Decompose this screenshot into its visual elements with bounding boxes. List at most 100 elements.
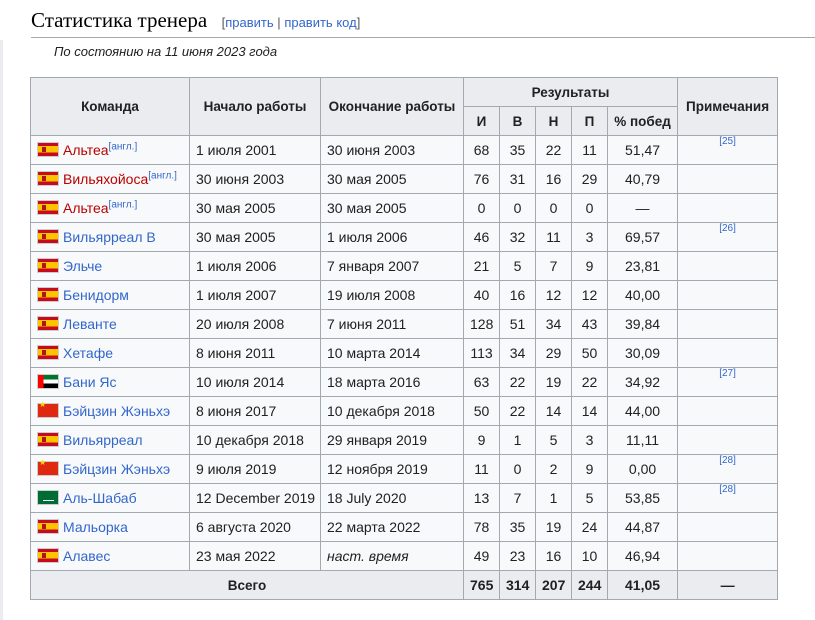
edit-separator: | bbox=[277, 15, 281, 30]
reference-link[interactable]: [28] bbox=[719, 485, 736, 496]
china-flag-icon bbox=[37, 400, 59, 418]
lost-cell: 0 bbox=[571, 193, 608, 223]
notes-cell bbox=[677, 280, 779, 310]
team-cell: Аль-Шабаб bbox=[30, 483, 190, 513]
header-won[interactable]: В bbox=[499, 106, 536, 136]
team-cell: Алавес bbox=[30, 541, 190, 571]
notes-cell bbox=[677, 512, 779, 542]
team-link[interactable]: Бэйцзин Жэньхэ bbox=[63, 461, 170, 477]
table-row: Вильярреал 10 декабря 2018 29 января 2019 9… bbox=[30, 425, 779, 455]
team-cell: Бани Яс bbox=[30, 367, 190, 397]
header-end[interactable]: Окончание работы bbox=[320, 77, 464, 136]
lost-cell: 29 bbox=[571, 164, 608, 194]
spain-flag-icon bbox=[37, 258, 59, 273]
end-date-cell: 18 марта 2016 bbox=[320, 367, 464, 397]
end-date-cell: 10 марта 2014 bbox=[320, 338, 464, 368]
team-link[interactable]: Вильяхойоса bbox=[63, 171, 148, 187]
notes-cell: [27] bbox=[677, 367, 779, 397]
end-date-cell: 18 July 2020 bbox=[320, 483, 464, 513]
reference-link[interactable]: [25] bbox=[719, 137, 736, 148]
china-flag-icon bbox=[37, 458, 59, 476]
end-date-cell: 1 июля 2006 bbox=[320, 222, 464, 252]
header-team[interactable]: Команда bbox=[30, 77, 190, 136]
played-cell: 49 bbox=[463, 541, 500, 571]
start-date-cell: 20 июля 2008 bbox=[189, 309, 321, 339]
table-row: Бенидорм 1 июля 2007 19 июля 2008 40 16 12 12 4… bbox=[30, 280, 779, 310]
table-row: Аль-Шабаб 12 December 2019 18 July 2020 13 7… bbox=[30, 483, 779, 513]
interlanguage-link[interactable]: [англ.] bbox=[109, 141, 138, 152]
notes-cell: [28] bbox=[677, 483, 779, 513]
team-link[interactable]: Вильярреал B bbox=[63, 229, 156, 245]
played-cell: 76 bbox=[463, 164, 500, 194]
edit-link[interactable]: править bbox=[225, 15, 273, 30]
spain-flag-icon bbox=[37, 345, 59, 360]
reference-link[interactable]: [27] bbox=[719, 369, 736, 380]
team-link[interactable]: Аль-Шабаб bbox=[63, 490, 137, 506]
team-link[interactable]: Вильярреал bbox=[63, 432, 143, 448]
team-cell: Бэйцзин Жэньхэ bbox=[30, 454, 190, 484]
team-link[interactable]: Бэйцзин Жэньхэ bbox=[63, 403, 170, 419]
reference-link[interactable]: [26] bbox=[719, 224, 736, 235]
end-date-cell: 7 июня 2011 bbox=[320, 309, 464, 339]
team-cell: Альтеа[англ.] bbox=[30, 135, 190, 165]
end-date-cell: 10 декабря 2018 bbox=[320, 396, 464, 426]
won-cell: 7 bbox=[499, 483, 536, 513]
interlanguage-link[interactable]: [англ.] bbox=[109, 199, 138, 210]
team-link[interactable]: Альтеа bbox=[63, 200, 109, 216]
team-link[interactable]: Хетафе bbox=[63, 345, 113, 361]
lost-cell: 22 bbox=[571, 367, 608, 397]
drawn-cell: 19 bbox=[535, 512, 572, 542]
played-cell: 21 bbox=[463, 251, 500, 281]
win-pct-cell: 40,79 bbox=[606, 164, 679, 194]
played-cell: 128 bbox=[463, 309, 500, 339]
spain-flag-icon bbox=[37, 142, 59, 157]
win-pct-cell: 44,00 bbox=[606, 396, 679, 426]
team-link[interactable]: Бенидорм bbox=[63, 287, 129, 303]
played-cell: 78 bbox=[463, 512, 500, 542]
table-row: Бани Яс 10 июля 2014 18 марта 2016 63 22 19 22… bbox=[30, 367, 779, 397]
heading-rule bbox=[31, 37, 815, 38]
win-pct-cell: 30,09 bbox=[606, 338, 679, 368]
total-played: 765 bbox=[463, 570, 500, 600]
team-link[interactable]: Эльче bbox=[63, 258, 102, 274]
win-pct-cell: 51,47 bbox=[606, 135, 679, 165]
team-link[interactable]: Альтеа bbox=[63, 142, 109, 158]
notes-cell bbox=[677, 309, 779, 339]
edit-code-link[interactable]: править код bbox=[284, 15, 356, 30]
won-cell: 51 bbox=[499, 309, 536, 339]
drawn-cell: 29 bbox=[535, 338, 572, 368]
end-date-cell: 19 июля 2008 bbox=[320, 280, 464, 310]
header-start[interactable]: Начало работы bbox=[189, 77, 321, 136]
team-link[interactable]: Алавес bbox=[63, 548, 110, 564]
interlanguage-link[interactable]: [англ.] bbox=[148, 170, 177, 181]
drawn-cell: 19 bbox=[535, 367, 572, 397]
won-cell: 34 bbox=[499, 338, 536, 368]
reference-link[interactable]: [28] bbox=[719, 456, 736, 467]
end-date-cell: 12 ноября 2019 bbox=[320, 454, 464, 484]
team-cell: Вильяхойоса[англ.] bbox=[30, 164, 190, 194]
team-cell: Вильярреал B bbox=[30, 222, 190, 252]
lost-cell: 11 bbox=[571, 135, 608, 165]
start-date-cell: 30 мая 2005 bbox=[189, 222, 321, 252]
team-link[interactable]: Мальорка bbox=[63, 519, 128, 535]
lost-cell: 9 bbox=[571, 251, 608, 281]
total-drawn: 207 bbox=[535, 570, 572, 600]
team-link[interactable]: Леванте bbox=[63, 316, 117, 332]
header-played[interactable]: И bbox=[463, 106, 500, 136]
notes-cell: [26] bbox=[677, 222, 779, 252]
played-cell: 50 bbox=[463, 396, 500, 426]
table-row: Леванте 20 июля 2008 7 июня 2011 128 51 34 43 3… bbox=[30, 309, 779, 339]
played-cell: 13 bbox=[463, 483, 500, 513]
won-cell: 23 bbox=[499, 541, 536, 571]
drawn-cell: 14 bbox=[535, 396, 572, 426]
team-cell: Альтеа[англ.] bbox=[30, 193, 190, 223]
team-link[interactable]: Бани Яс bbox=[63, 374, 117, 390]
table-row: Бэйцзин Жэньхэ 9 июля 201912 ноября 20191… bbox=[30, 454, 779, 484]
win-pct-cell: 0,00 bbox=[606, 454, 679, 484]
won-cell: 22 bbox=[499, 367, 536, 397]
lost-cell: 9 bbox=[571, 454, 608, 484]
spain-flag-icon bbox=[37, 519, 59, 534]
header-win-pct[interactable]: % побед bbox=[606, 106, 679, 136]
header-lost[interactable]: П bbox=[571, 106, 608, 136]
header-drawn[interactable]: Н bbox=[535, 106, 572, 136]
